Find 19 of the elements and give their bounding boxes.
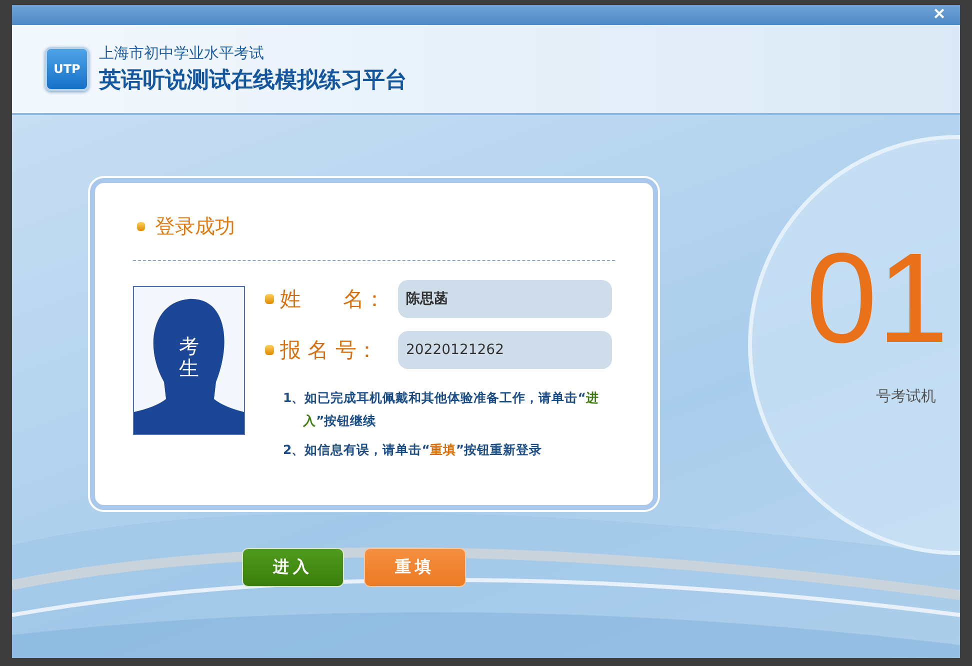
bullet-icon [265,294,274,304]
field-label: 姓 名： [280,286,386,313]
card-heading: 登录成功 [155,213,235,240]
close-button[interactable]: ✕ [933,6,946,24]
avatar-caption: 考生 [179,335,199,379]
instruction-text: 1、如已完成耳机佩戴和其他体验准备工作，请单击“进入”按钮继续 [283,389,600,430]
enter-button[interactable]: 进入 [242,548,344,587]
machine-number: 01 [806,235,948,363]
field-value: 20220121262 [398,331,612,369]
field-value: 陈思菡 [398,280,612,318]
bullet-icon [265,345,274,355]
reset-button[interactable]: 重填 [364,548,466,587]
field-label: 报 名 号： [280,337,378,364]
instruction-text: 2、如信息有误，请单击“重填”按钮重新登录 [283,441,544,459]
app-title: 英语听说测试在线模拟练习平台 [99,66,407,94]
bullet-icon [137,222,145,231]
machine-caption: 号考试机 [876,387,936,406]
subtitle: 上海市初中学业水平考试 [99,44,265,62]
logo-icon: UTP [45,47,89,91]
